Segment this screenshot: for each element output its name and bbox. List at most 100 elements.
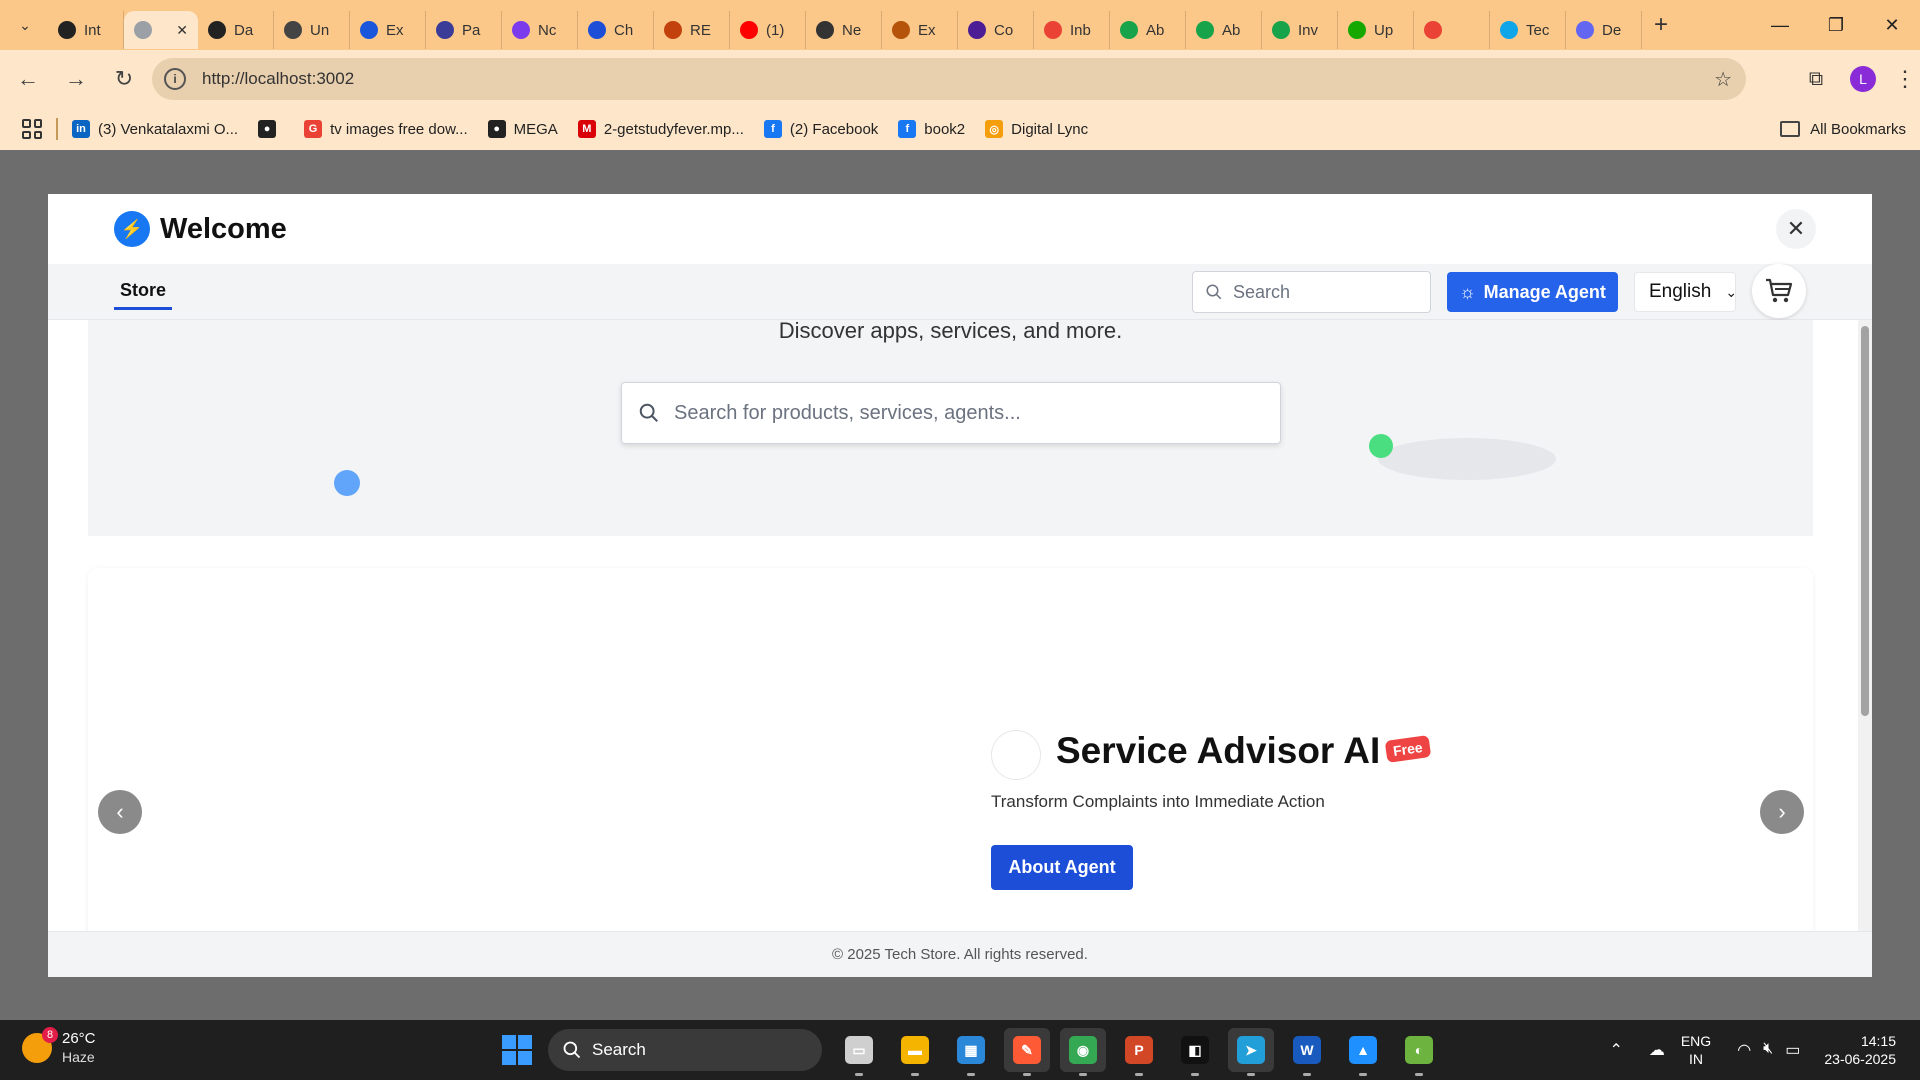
- taskbar-app-microsoft-store[interactable]: ▦: [948, 1028, 994, 1076]
- running-indicator: [855, 1073, 863, 1076]
- back-button[interactable]: ←: [8, 59, 48, 99]
- bookmark-favicon-icon: G: [304, 120, 323, 138]
- browser-menu-icon[interactable]: ⋮: [1890, 66, 1920, 92]
- taskbar-search[interactable]: Search: [548, 1029, 822, 1071]
- bookmark-star-icon[interactable]: ☆: [1714, 67, 1732, 92]
- taskbar-pinned-apps: ▭ ▬ ▦ ✎ ◉ P ◧ ➤ W ▲ ◐: [836, 1028, 1442, 1076]
- site-info-icon[interactable]: i: [164, 68, 186, 90]
- tray-status-icons[interactable]: ◠ 🔇︎ ▭: [1737, 1040, 1800, 1060]
- taskbar-app-spring-tool[interactable]: ◐: [1396, 1028, 1442, 1076]
- tab-title: Tec: [1526, 21, 1550, 39]
- bookmark-label: MEGA: [513, 120, 558, 138]
- modal-title: Welcome: [160, 212, 287, 245]
- bookmark-item[interactable]: ◎ Digital Lync: [985, 120, 1088, 138]
- url-text[interactable]: http://localhost:3002: [202, 69, 354, 89]
- language-select[interactable]: English ⌄: [1634, 272, 1737, 312]
- browser-tab[interactable]: Ex: [350, 11, 426, 49]
- tab-list: Int ✕ Da Un Ex Pa Nc Ch RE (1) Ne Ex Co Inb Ab Ab Inv Up T…: [48, 0, 1642, 50]
- weather-widget[interactable]: 8 26°C Haze: [22, 1027, 96, 1066]
- browser-tab[interactable]: Ch: [578, 11, 654, 49]
- browser-tab[interactable]: Inb: [1034, 11, 1110, 49]
- tab-favicon-icon: [1120, 21, 1138, 39]
- content-scrollbar[interactable]: [1858, 320, 1872, 931]
- carousel-prev-button[interactable]: ‹: [98, 790, 142, 834]
- bookmark-item[interactable]: ● MEGA: [487, 120, 558, 138]
- modal-close-button[interactable]: ✕: [1776, 209, 1816, 249]
- reload-button[interactable]: ↻: [104, 59, 144, 99]
- taskbar-app-capcut[interactable]: ◧: [1172, 1028, 1218, 1076]
- all-bookmarks-label: All Bookmarks: [1810, 120, 1906, 138]
- bookmark-item[interactable]: f (2) Facebook: [763, 120, 878, 138]
- profile-avatar[interactable]: L: [1850, 66, 1876, 92]
- wifi-icon: ◠: [1737, 1042, 1752, 1059]
- taskbar-app-pen-app[interactable]: ✎: [1004, 1028, 1050, 1076]
- browser-tab[interactable]: Co: [958, 11, 1034, 49]
- tab-store[interactable]: Store: [114, 280, 173, 310]
- bookmark-item[interactable]: in (3) Venkatalaxmi O...: [72, 120, 238, 138]
- hero-search-input[interactable]: Search for products, services, agents...: [621, 382, 1281, 444]
- about-agent-button[interactable]: About Agent: [991, 845, 1133, 890]
- extensions-icon[interactable]: ⧉: [1796, 68, 1836, 91]
- address-bar[interactable]: i http://localhost:3002 ☆: [152, 58, 1746, 100]
- onedrive-icon[interactable]: ☁: [1649, 1040, 1665, 1060]
- tab-close-icon[interactable]: ✕: [176, 22, 188, 39]
- bookmark-item[interactable]: Gtv images free dow...: [304, 120, 468, 138]
- taskbar-app-chrome[interactable]: ◉: [1060, 1028, 1106, 1076]
- bookmark-label: tv images free dow...: [330, 120, 468, 138]
- browser-tab[interactable]: Ab: [1186, 11, 1262, 49]
- all-bookmarks-button[interactable]: All Bookmarks: [1780, 121, 1906, 138]
- nav-search-input[interactable]: Search: [1192, 271, 1431, 313]
- browser-tab[interactable]: Pa: [426, 11, 502, 49]
- new-tab-button[interactable]: +: [1654, 11, 1668, 39]
- window-close-button[interactable]: ✕: [1864, 0, 1920, 50]
- scrollbar-thumb[interactable]: [1861, 326, 1869, 716]
- forward-button[interactable]: →: [56, 59, 96, 99]
- bookmark-item[interactable]: M 2-getstudyfever.mp...: [577, 120, 744, 138]
- telegram-icon: ➤: [1237, 1036, 1265, 1064]
- tab-favicon-icon: [816, 21, 834, 39]
- hero-subtitle: Discover apps, services, and more.: [778, 320, 1123, 343]
- browser-tab[interactable]: Un: [274, 11, 350, 49]
- taskbar-app-photos[interactable]: ▲: [1340, 1028, 1386, 1076]
- clock-time: 14:15: [1860, 1033, 1896, 1049]
- taskbar-app-word[interactable]: W: [1284, 1028, 1330, 1076]
- browser-tab-strip: ⌄ Int ✕ Da Un Ex Pa Nc Ch RE (1) Ne Ex Co Inb Ab Ab Inv U…: [0, 0, 1920, 50]
- tab-title: Ch: [614, 21, 634, 39]
- browser-tab[interactable]: ✕: [124, 11, 198, 49]
- bookmark-item[interactable]: f book2: [898, 120, 965, 138]
- cart-button[interactable]: [1752, 264, 1806, 318]
- carousel-next-button[interactable]: ›: [1760, 790, 1804, 834]
- browser-tab[interactable]: Up: [1338, 11, 1414, 49]
- tab-search-button[interactable]: ⌄: [8, 8, 42, 42]
- decorative-ellipse: [1378, 438, 1556, 480]
- browser-tab[interactable]: Ne: [806, 11, 882, 49]
- minimize-button[interactable]: —: [1752, 0, 1808, 50]
- tray-overflow-icon[interactable]: ⌃: [1609, 1040, 1622, 1060]
- browser-tab[interactable]: Da: [198, 11, 274, 49]
- browser-tab[interactable]: (1): [730, 11, 806, 49]
- browser-tab[interactable]: Inv: [1262, 11, 1338, 49]
- windows-start-icon[interactable]: [502, 1035, 532, 1065]
- restore-button[interactable]: ❐: [1808, 0, 1864, 50]
- browser-tab[interactable]: Ab: [1110, 11, 1186, 49]
- free-badge: Free: [1384, 735, 1431, 763]
- browser-tab[interactable]: Nc: [502, 11, 578, 49]
- taskbar-app-powerpoint[interactable]: P: [1116, 1028, 1162, 1076]
- input-language[interactable]: ENG IN: [1681, 1032, 1711, 1068]
- browser-tab[interactable]: Tec: [1490, 11, 1566, 49]
- browser-tab[interactable]: Int: [48, 11, 124, 49]
- browser-tab[interactable]: RE: [654, 11, 730, 49]
- apps-grid-icon[interactable]: [22, 119, 42, 139]
- running-indicator: [1079, 1073, 1087, 1076]
- browser-toolbar: ← → ↻ i http://localhost:3002 ☆ ⧉ L ⋮: [0, 50, 1920, 108]
- language-value: English: [1649, 281, 1712, 302]
- browser-tab[interactable]: [1414, 11, 1490, 49]
- taskbar-app-task-view[interactable]: ▭: [836, 1028, 882, 1076]
- system-clock[interactable]: 14:15 23-06-2025: [1824, 1032, 1896, 1068]
- browser-tab[interactable]: Ex: [882, 11, 958, 49]
- manage-agent-button[interactable]: ☼ Manage Agent: [1447, 272, 1618, 312]
- browser-tab[interactable]: De: [1566, 11, 1642, 49]
- taskbar-app-telegram[interactable]: ➤: [1228, 1028, 1274, 1076]
- bookmark-item[interactable]: ●: [258, 120, 284, 138]
- taskbar-app-file-explorer[interactable]: ▬: [892, 1028, 938, 1076]
